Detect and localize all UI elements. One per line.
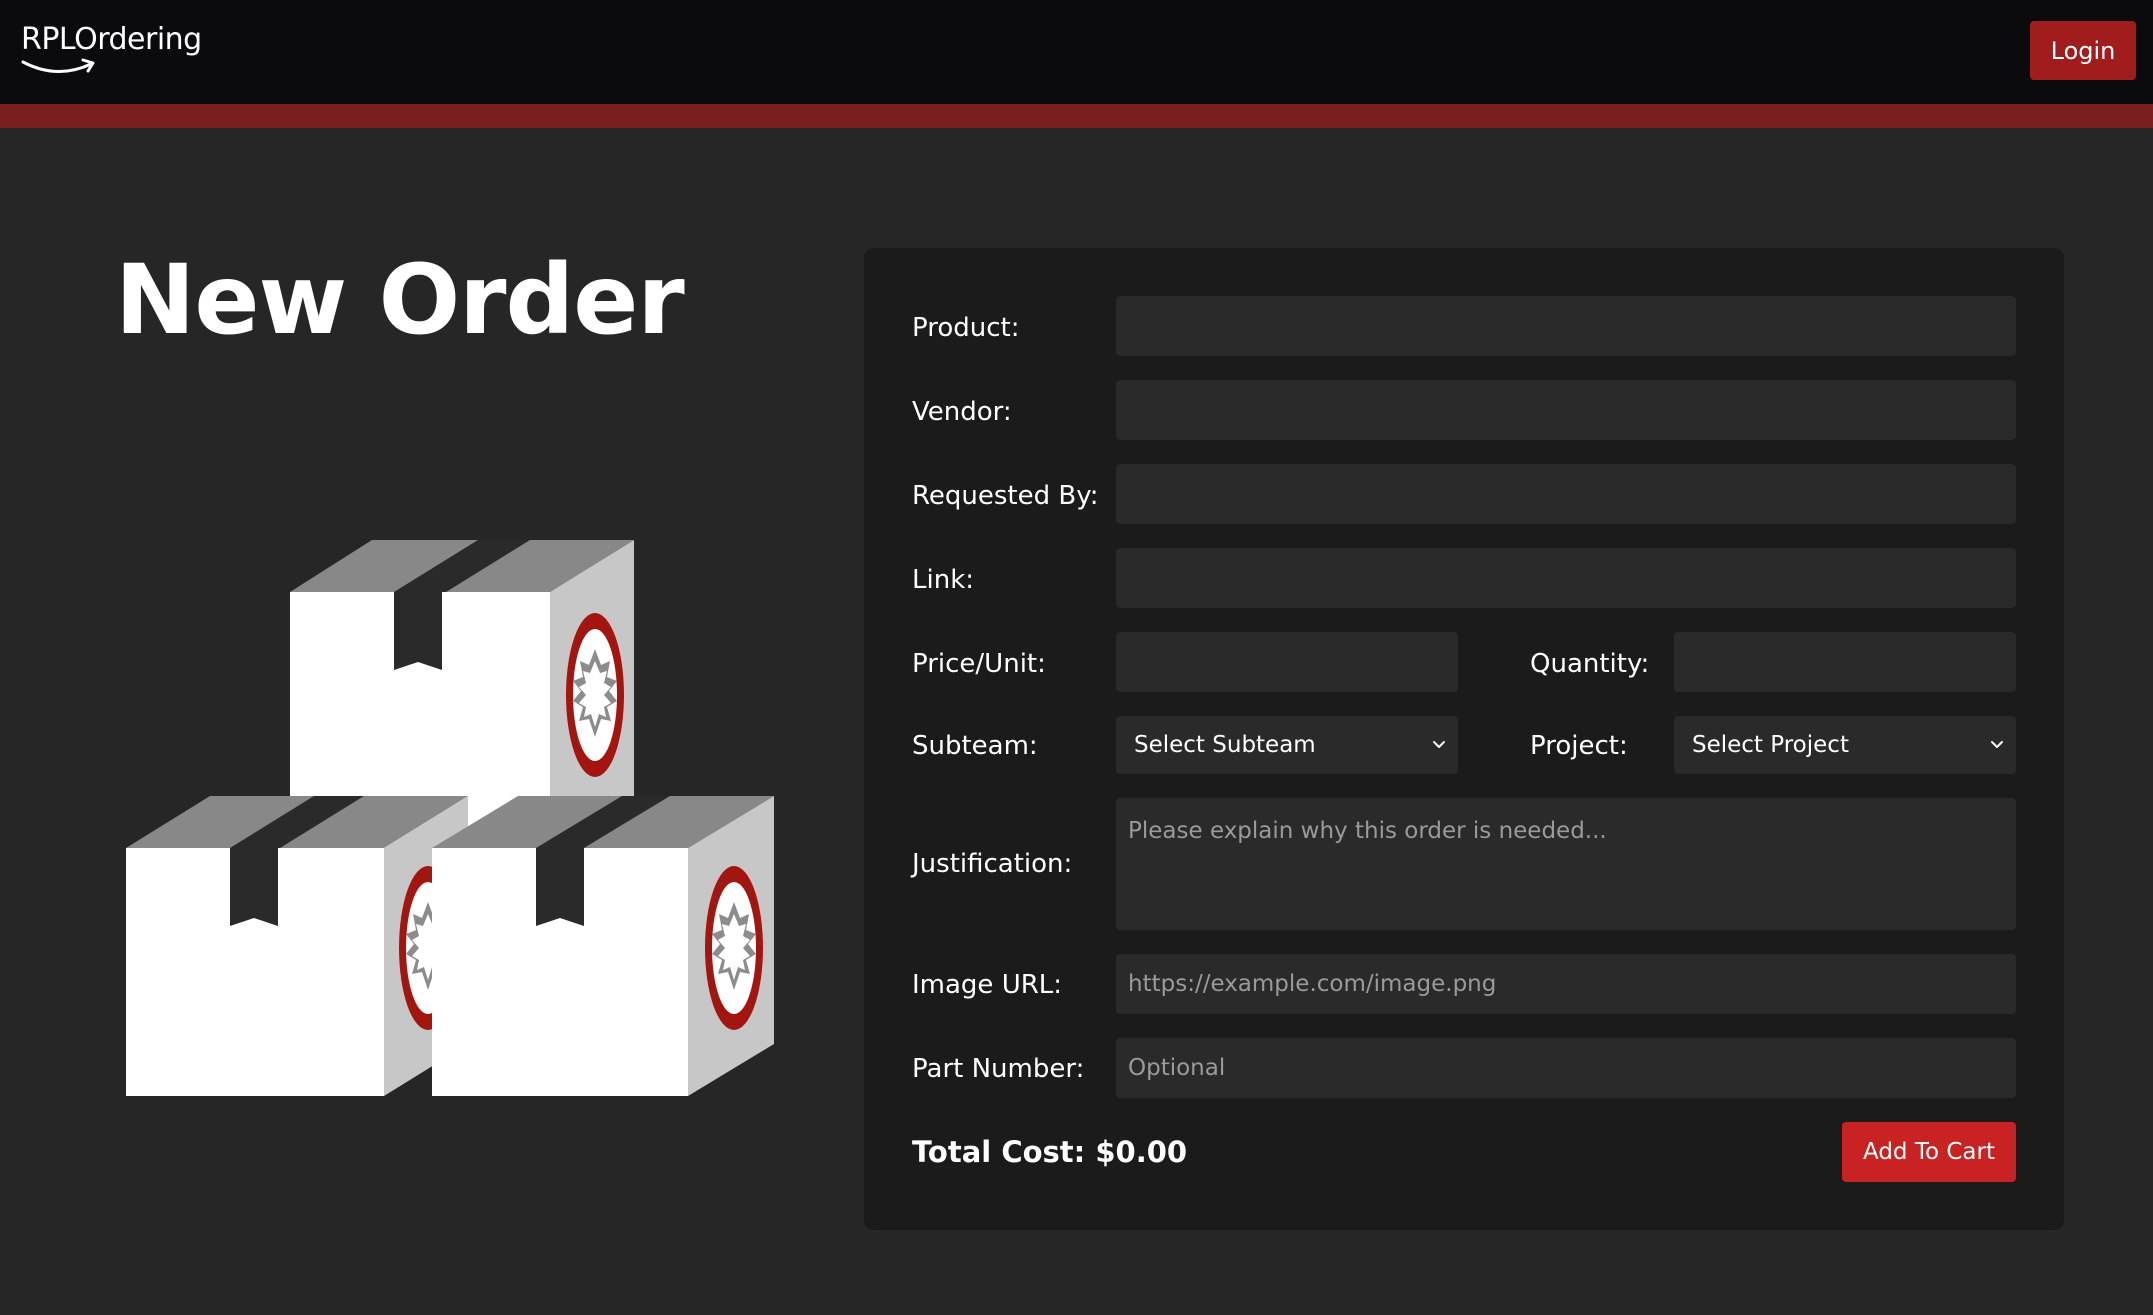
project-select[interactable]: Select Project — [1674, 716, 2016, 774]
product-input[interactable] — [1116, 296, 2016, 356]
subteam-select[interactable]: Select Subteam — [1116, 716, 1458, 774]
quantity-label: Quantity: — [1530, 649, 1650, 679]
order-form-card: Product: Vendor: Requested By: Link: Pri… — [864, 248, 2064, 1230]
page-title: New Order — [115, 244, 685, 356]
project-label: Project: — [1530, 731, 1628, 761]
accent-bar — [0, 104, 2153, 128]
subteam-selected-value: Select Subteam — [1134, 732, 1316, 758]
chevron-down-icon — [1991, 741, 2003, 748]
requested-by-input[interactable] — [1116, 464, 2016, 524]
justification-textarea[interactable] — [1116, 798, 2016, 930]
price-per-unit-input[interactable] — [1116, 632, 1458, 692]
image-url-input[interactable] — [1116, 954, 2016, 1014]
image-url-label: Image URL: — [912, 970, 1063, 1000]
link-label: Link: — [912, 565, 975, 595]
vendor-label: Vendor: — [912, 397, 1012, 427]
brand-name: RPLOrdering — [21, 22, 202, 57]
vendor-input[interactable] — [1116, 380, 2016, 440]
chevron-down-icon — [1433, 741, 1445, 748]
requested-by-label: Requested By: — [912, 481, 1099, 511]
smile-arrow-icon — [21, 58, 95, 74]
total-cost: Total Cost: $0.00 — [912, 1135, 1188, 1169]
link-input[interactable] — [1116, 548, 2016, 608]
box-bottom-left — [126, 796, 468, 1096]
box-bottom-right — [432, 796, 774, 1096]
product-label: Product: — [912, 313, 1020, 343]
price-per-unit-label: Price/Unit: — [912, 649, 1046, 679]
stacked-boxes-illustration — [126, 540, 774, 1096]
project-selected-value: Select Project — [1692, 732, 1849, 758]
brand-logo[interactable]: RPLOrdering — [21, 22, 202, 82]
part-number-label: Part Number: — [912, 1054, 1085, 1084]
login-button[interactable]: Login — [2030, 21, 2136, 80]
subteam-label: Subteam: — [912, 731, 1038, 761]
justification-label: Justification: — [912, 849, 1073, 879]
part-number-input[interactable] — [1116, 1038, 2016, 1098]
add-to-cart-button[interactable]: Add To Cart — [1842, 1122, 2016, 1182]
top-navbar: RPLOrdering Login — [0, 0, 2153, 104]
quantity-input[interactable] — [1674, 632, 2016, 692]
